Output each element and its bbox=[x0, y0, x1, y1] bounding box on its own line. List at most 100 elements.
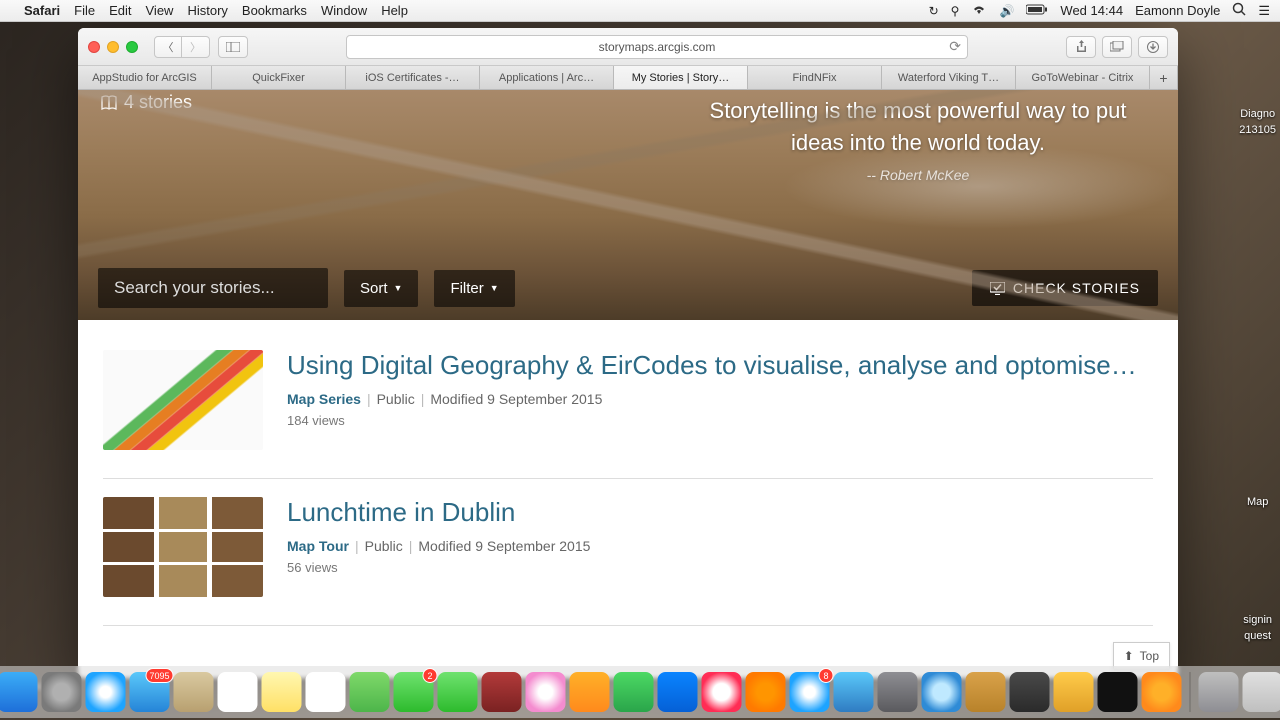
story-item: Lunchtime in Dublin Map Tour|Public|Modif… bbox=[103, 479, 1153, 626]
hero-quote-by: -- Robert McKee bbox=[688, 165, 1148, 185]
keychain-icon[interactable] bbox=[966, 672, 1006, 712]
dock: 7095 2 8 bbox=[0, 666, 1280, 718]
pages-icon[interactable] bbox=[570, 672, 610, 712]
notes-icon[interactable] bbox=[262, 672, 302, 712]
url-text: storymaps.arcgis.com bbox=[599, 40, 716, 54]
reminders-icon[interactable] bbox=[306, 672, 346, 712]
filter-dropdown[interactable]: Filter▼ bbox=[434, 270, 514, 307]
window-controls bbox=[88, 41, 138, 53]
macos-menubar: Safari File Edit View History Bookmarks … bbox=[0, 0, 1280, 22]
close-window-button[interactable] bbox=[88, 41, 100, 53]
app-name[interactable]: Safari bbox=[24, 3, 60, 18]
battery-icon[interactable] bbox=[1026, 4, 1048, 18]
share-button[interactable] bbox=[1066, 36, 1096, 58]
itunes-icon[interactable] bbox=[702, 672, 742, 712]
menu-view[interactable]: View bbox=[146, 3, 174, 18]
browser-tab[interactable]: FindNFix bbox=[748, 66, 882, 89]
story-list: Using Digital Geography & EirCodes to vi… bbox=[78, 320, 1178, 626]
story-title-link[interactable]: Using Digital Geography & EirCodes to vi… bbox=[287, 350, 1147, 381]
story-thumbnail[interactable] bbox=[103, 497, 263, 597]
browser-tab[interactable]: QuickFixer bbox=[212, 66, 346, 89]
story-item: Using Digital Geography & EirCodes to vi… bbox=[103, 340, 1153, 479]
address-bar[interactable]: storymaps.arcgis.com ⟳ bbox=[346, 35, 968, 59]
badge: 2 bbox=[423, 668, 438, 683]
badge: 7095 bbox=[145, 668, 173, 683]
back-button[interactable]: 〈 bbox=[154, 36, 182, 58]
browser-tab[interactable]: GoToWebinar - Citrix bbox=[1016, 66, 1150, 89]
photos-icon[interactable] bbox=[526, 672, 566, 712]
monitor-check-icon bbox=[990, 282, 1005, 295]
timemachine-icon[interactable]: ↻ bbox=[929, 4, 939, 18]
menubar-user[interactable]: Eamonn Doyle bbox=[1135, 3, 1220, 18]
facetime-icon[interactable] bbox=[438, 672, 478, 712]
menubar-clock[interactable]: Wed 14:44 bbox=[1060, 3, 1123, 18]
browser-tab[interactable]: AppStudio for ArcGIS bbox=[78, 66, 212, 89]
minimize-window-button[interactable] bbox=[107, 41, 119, 53]
safari-toolbar: 〈 〉 storymaps.arcgis.com ⟳ bbox=[78, 28, 1178, 66]
browser-tab[interactable]: My Stories | Story… bbox=[614, 66, 748, 89]
keynote-icon[interactable] bbox=[658, 672, 698, 712]
spotlight-icon[interactable] bbox=[1232, 2, 1246, 19]
badge: 8 bbox=[819, 668, 834, 683]
browser-tab[interactable]: Waterford Viking T… bbox=[882, 66, 1016, 89]
zoom-window-button[interactable] bbox=[126, 41, 138, 53]
contacts-icon[interactable] bbox=[174, 672, 214, 712]
menu-file[interactable]: File bbox=[74, 3, 95, 18]
desktop-file-labels: Diagno 213105 Map signin quest bbox=[1239, 108, 1276, 646]
globe-icon[interactable] bbox=[922, 672, 962, 712]
browser-tab[interactable]: iOS Certificates -… bbox=[346, 66, 480, 89]
settings-icon[interactable] bbox=[878, 672, 918, 712]
story-thumbnail[interactable] bbox=[103, 350, 263, 450]
photobooth-icon[interactable] bbox=[482, 672, 522, 712]
search-stories-input[interactable] bbox=[98, 268, 328, 308]
ibooks-icon[interactable] bbox=[746, 672, 786, 712]
menu-history[interactable]: History bbox=[187, 3, 227, 18]
safari-tab-bar: AppStudio for ArcGISQuickFixeriOS Certif… bbox=[78, 66, 1178, 90]
preview-icon[interactable] bbox=[834, 672, 874, 712]
browser-tab[interactable]: Applications | Arc… bbox=[480, 66, 614, 89]
ftp-icon[interactable] bbox=[1054, 672, 1094, 712]
numbers-icon[interactable] bbox=[614, 672, 654, 712]
menu-bookmarks[interactable]: Bookmarks bbox=[242, 3, 307, 18]
launchpad-icon[interactable] bbox=[42, 672, 82, 712]
calendar-icon[interactable] bbox=[218, 672, 258, 712]
forward-button[interactable]: 〉 bbox=[182, 36, 210, 58]
safari-window: 〈 〉 storymaps.arcgis.com ⟳ AppStudio for… bbox=[78, 28, 1178, 678]
hero-banner: 4 stories Storytelling is the most power… bbox=[78, 90, 1178, 320]
story-meta: Map Tour|Public|Modified 9 September 201… bbox=[287, 538, 1153, 554]
maps-icon[interactable] bbox=[350, 672, 390, 712]
page-content: 4 stories Storytelling is the most power… bbox=[78, 90, 1178, 678]
messages-icon[interactable]: 2 bbox=[394, 672, 434, 712]
menu-edit[interactable]: Edit bbox=[109, 3, 131, 18]
reload-icon[interactable]: ⟳ bbox=[949, 38, 961, 55]
menu-window[interactable]: Window bbox=[321, 3, 367, 18]
dock-separator bbox=[1190, 672, 1191, 712]
bluetooth-icon[interactable]: ⚲ bbox=[951, 4, 960, 18]
trash-icon[interactable] bbox=[1243, 672, 1280, 712]
finder-icon[interactable] bbox=[0, 672, 38, 712]
menu-help[interactable]: Help bbox=[381, 3, 408, 18]
safari-icon[interactable] bbox=[86, 672, 126, 712]
downloads-icon[interactable] bbox=[1199, 672, 1239, 712]
story-views: 184 views bbox=[287, 413, 1153, 428]
sidebar-button[interactable] bbox=[218, 36, 248, 58]
downloads-button[interactable] bbox=[1138, 36, 1168, 58]
sublime-icon[interactable] bbox=[1010, 672, 1050, 712]
appstore-icon[interactable]: 8 bbox=[790, 672, 830, 712]
stories-count: 4 stories bbox=[100, 92, 192, 113]
monitor-icon[interactable] bbox=[1098, 672, 1138, 712]
story-views: 56 views bbox=[287, 560, 1153, 575]
check-stories-button[interactable]: CHECK STORIES bbox=[972, 270, 1158, 306]
story-title-link[interactable]: Lunchtime in Dublin bbox=[287, 497, 1147, 528]
volume-icon[interactable]: 🔊 bbox=[999, 4, 1014, 18]
wifi-icon[interactable] bbox=[971, 3, 987, 18]
sort-dropdown[interactable]: Sort▼ bbox=[344, 270, 418, 307]
new-tab-button[interactable]: + bbox=[1150, 66, 1178, 89]
mail-icon[interactable]: 7095 bbox=[130, 672, 170, 712]
hero-controls: Sort▼ Filter▼ CHECK STORIES bbox=[78, 268, 1178, 308]
gotomeeting-icon[interactable] bbox=[1142, 672, 1182, 712]
hero-quote: Storytelling is the most powerful way to… bbox=[688, 95, 1148, 185]
tabs-button[interactable] bbox=[1102, 36, 1132, 58]
chevron-down-icon: ▼ bbox=[394, 283, 403, 293]
notification-center-icon[interactable]: ☰ bbox=[1258, 3, 1270, 19]
